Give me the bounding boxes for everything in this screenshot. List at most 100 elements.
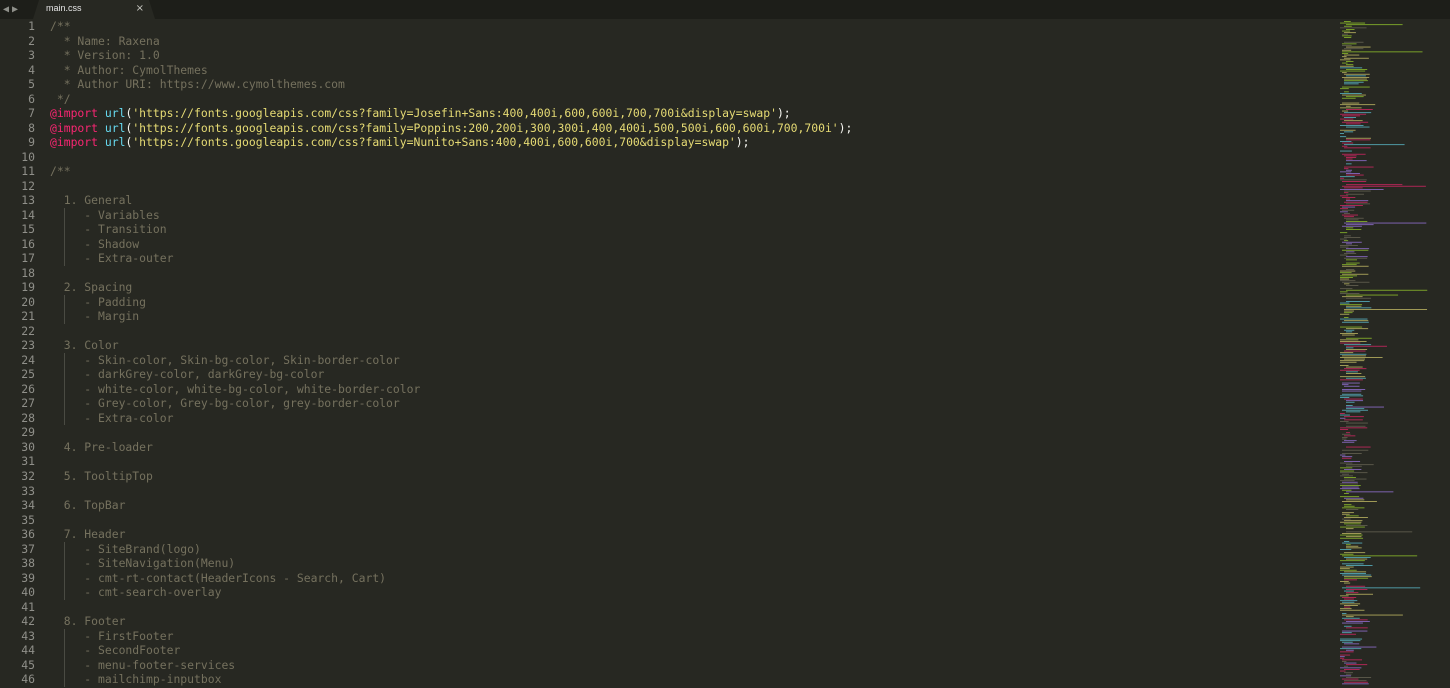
code-token: 4. Pre-loader bbox=[50, 439, 153, 454]
code-line[interactable]: - mailchimp-inputbox bbox=[50, 672, 1330, 687]
code-token: 7. Header bbox=[50, 527, 126, 542]
minimap-stroke bbox=[1340, 603, 1361, 605]
code-line[interactable]: * Name: Raxena bbox=[50, 34, 1330, 49]
minimap-stroke bbox=[1346, 621, 1370, 622]
code-line[interactable] bbox=[50, 454, 1330, 469]
minimap-stroke bbox=[1340, 600, 1358, 602]
code-line[interactable]: 1. General bbox=[50, 193, 1330, 208]
code-line[interactable] bbox=[50, 513, 1330, 528]
code-line[interactable]: - cmt-search-overlay bbox=[50, 585, 1330, 600]
code-line[interactable]: - Variables bbox=[50, 207, 1330, 223]
code-line[interactable]: @import url('https://fonts.googleapis.co… bbox=[50, 106, 1330, 121]
code-line[interactable]: - cmt-rt-contact(HeaderIcons - Search, C… bbox=[50, 570, 1330, 586]
code-line[interactable]: 3. Color bbox=[50, 338, 1330, 353]
line-number: 30 bbox=[21, 439, 35, 454]
code-token: - darkGrey-color, darkGrey-bg-color bbox=[50, 367, 325, 382]
minimap-stroke bbox=[1346, 173, 1360, 174]
code-line[interactable]: 8. Footer bbox=[50, 614, 1330, 629]
minimap-stroke bbox=[1346, 305, 1362, 307]
line-number: 4 bbox=[28, 62, 35, 77]
code-line[interactable]: 4. Pre-loader bbox=[50, 440, 1330, 455]
code-line[interactable] bbox=[50, 179, 1330, 194]
minimap-stroke bbox=[1340, 113, 1367, 115]
minimap-stroke bbox=[1340, 245, 1358, 246]
code-line[interactable]: 5. TooltipTop bbox=[50, 469, 1330, 484]
code-line[interactable]: - SecondFooter bbox=[50, 643, 1330, 658]
code-line[interactable]: - Extra-outer bbox=[50, 251, 1330, 266]
minimap[interactable] bbox=[1338, 19, 1450, 688]
code-line[interactable]: @import url('https://fonts.googleapis.co… bbox=[50, 135, 1330, 150]
code-line[interactable]: * Author: CymolThemes bbox=[50, 63, 1330, 78]
code-line[interactable]: - Transition bbox=[50, 222, 1330, 237]
line-number: 31 bbox=[21, 454, 35, 469]
minimap-stroke bbox=[1344, 625, 1352, 627]
minimap-stroke bbox=[1346, 408, 1365, 410]
minimap-stroke bbox=[1340, 553, 1354, 555]
minimap-stroke bbox=[1342, 296, 1363, 298]
minimap-stroke bbox=[1342, 94, 1366, 96]
minimap-stroke bbox=[1346, 425, 1366, 427]
code-line[interactable]: /** bbox=[50, 164, 1330, 179]
code-line[interactable]: - Shadow bbox=[50, 236, 1330, 252]
code-line[interactable]: 7. Header bbox=[50, 527, 1330, 542]
code-line[interactable] bbox=[50, 600, 1330, 615]
minimap-stroke bbox=[1342, 661, 1347, 662]
code-line[interactable]: - FirstFooter bbox=[50, 628, 1330, 644]
code-line[interactable]: * Author URI: https://www.cymolthemes.co… bbox=[50, 77, 1330, 92]
code-line[interactable]: */ bbox=[50, 92, 1330, 107]
minimap-stroke bbox=[1344, 117, 1357, 118]
code-line[interactable]: - Margin bbox=[50, 309, 1330, 324]
code-line[interactable]: 6. TopBar bbox=[50, 498, 1330, 513]
minimap-stroke bbox=[1344, 505, 1355, 507]
code-line[interactable]: * Version: 1.0 bbox=[50, 48, 1330, 63]
minimap-stroke bbox=[1346, 259, 1358, 261]
code-line[interactable] bbox=[50, 425, 1330, 440]
minimap-stroke bbox=[1346, 200, 1369, 202]
code-line[interactable]: - Skin-color, Skin-bg-color, Skin-border… bbox=[50, 352, 1330, 368]
minimap-stroke bbox=[1340, 480, 1355, 482]
code-line[interactable]: - SiteNavigation(Menu) bbox=[50, 556, 1330, 571]
minimap-stroke bbox=[1344, 478, 1367, 480]
minimap-stroke bbox=[1346, 525, 1368, 526]
code-token: * Version: 1.0 bbox=[50, 48, 160, 63]
minimap-stroke bbox=[1346, 349, 1368, 350]
minimap-stroke bbox=[1340, 361, 1357, 363]
close-icon[interactable]: × bbox=[136, 0, 144, 17]
minimap-stroke bbox=[1344, 213, 1350, 214]
indent-guide bbox=[64, 251, 65, 266]
code-line[interactable]: - Extra-color bbox=[50, 410, 1330, 426]
code-line[interactable]: - menu-footer-services bbox=[50, 657, 1330, 673]
code-token: ); bbox=[776, 106, 791, 121]
tab-forward-arrow-icon[interactable]: ▶ bbox=[12, 1, 18, 18]
minimap-stroke bbox=[1340, 526, 1365, 528]
code-line[interactable]: - Grey-color, Grey-bg-color, grey-border… bbox=[50, 396, 1330, 411]
code-area[interactable]: /** * Name: Raxena * Version: 1.0 * Auth… bbox=[50, 19, 1330, 687]
minimap-stroke bbox=[1344, 217, 1364, 219]
minimap-stroke bbox=[1340, 278, 1350, 280]
minimap-stroke bbox=[1344, 120, 1363, 122]
code-line[interactable]: 2. Spacing bbox=[50, 280, 1330, 295]
line-number: 33 bbox=[21, 483, 35, 498]
code-line[interactable] bbox=[50, 324, 1330, 339]
code-line[interactable] bbox=[50, 150, 1330, 165]
code-line[interactable]: - SiteBrand(logo) bbox=[50, 541, 1330, 557]
tab-back-arrow-icon[interactable]: ◀ bbox=[3, 1, 9, 18]
code-line[interactable] bbox=[50, 484, 1330, 499]
code-editor[interactable]: 1 2 3 4 5 6 7 8 9 10 11 12 13 14 15 16 17 18 19 20 21 22 23 24 2… bbox=[0, 19, 1336, 688]
code-line[interactable]: /** bbox=[50, 19, 1330, 34]
code-line[interactable]: - darkGrey-color, darkGrey-bg-color bbox=[50, 367, 1330, 382]
code-line[interactable] bbox=[50, 266, 1330, 281]
code-line[interactable]: - Padding bbox=[50, 294, 1330, 310]
minimap-stroke bbox=[1340, 93, 1362, 94]
code-line[interactable]: - white-color, white-bg-color, white-bor… bbox=[50, 381, 1330, 397]
code-line[interactable]: @import url('https://fonts.googleapis.co… bbox=[50, 121, 1330, 136]
minimap-stroke bbox=[1342, 542, 1363, 544]
minimap-stroke bbox=[1340, 302, 1350, 304]
minimap-stroke bbox=[1342, 185, 1426, 187]
minimap-stroke bbox=[1346, 61, 1354, 62]
minimap-stroke bbox=[1342, 617, 1360, 619]
code-token: ); bbox=[838, 120, 853, 135]
minimap-stroke bbox=[1342, 393, 1362, 395]
minimap-stroke bbox=[1340, 369, 1360, 371]
tab-main-css[interactable]: main.css × bbox=[33, 0, 155, 19]
